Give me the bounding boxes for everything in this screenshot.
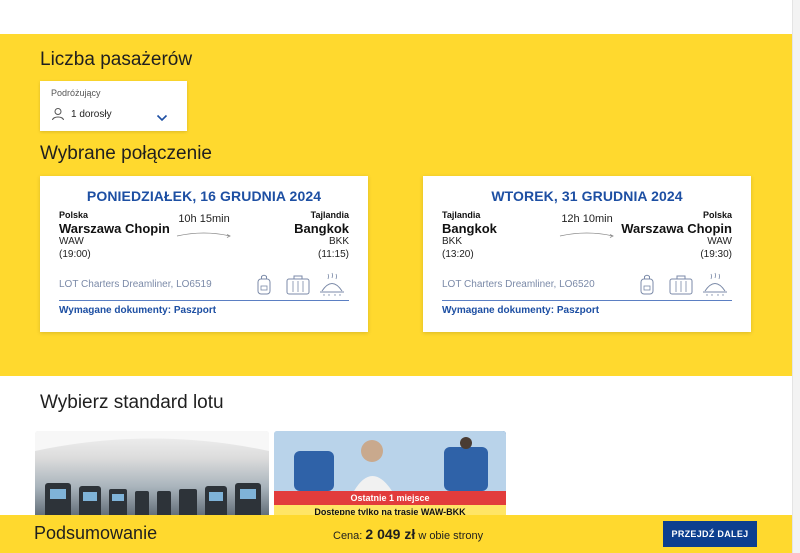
aircraft-info: LOT Charters Dreamliner, LO6519 bbox=[59, 279, 212, 290]
required-documents: Wymagane dokumenty: Paszport bbox=[442, 305, 599, 316]
return-flight-card: WTOREK, 31 GRUDNIA 2024 Tajlandia Bangko… bbox=[423, 176, 751, 332]
passengers-value: 1 dorosły bbox=[71, 109, 112, 120]
flight-date: WTOREK, 31 GRUDNIA 2024 bbox=[491, 188, 683, 204]
required-documents-value: Paszport bbox=[173, 305, 217, 316]
arrival-country: Polska bbox=[702, 210, 732, 220]
required-documents-value: Paszport bbox=[556, 305, 600, 316]
required-documents-label: Wymagane dokumenty: bbox=[442, 305, 555, 316]
chevron-down-icon[interactable] bbox=[156, 114, 168, 122]
fare-card-premium[interactable]: Ostatnie 1 miejsce Dostępne tylko na tra… bbox=[274, 431, 506, 521]
suitcase-icon bbox=[669, 275, 693, 295]
passengers-field-label: Podróżujący bbox=[51, 88, 101, 98]
meal-icon bbox=[703, 272, 727, 296]
top-bar bbox=[0, 0, 792, 34]
cabin-photo bbox=[274, 431, 506, 491]
outbound-flight-card: PONIEDZIAŁEK, 16 GRUDNIA 2024 Polska War… bbox=[40, 176, 368, 332]
arrival-info: Tajlandia Bangkok BKK (11:15) bbox=[294, 210, 349, 261]
flight-path-arc bbox=[559, 232, 614, 238]
arrival-time: (19:30) bbox=[700, 249, 732, 260]
meal-icon bbox=[320, 272, 344, 296]
departure-time: (19:00) bbox=[59, 249, 91, 260]
price-amount: 2 049 zł bbox=[365, 526, 416, 542]
arrival-code: WAW bbox=[707, 236, 732, 247]
price-label: Cena: bbox=[333, 530, 363, 542]
cabin-photo bbox=[35, 431, 269, 521]
last-seats-badge: Ostatnie 1 miejsce bbox=[274, 491, 506, 505]
flight-date: PONIEDZIAŁEK, 16 GRUDNIA 2024 bbox=[86, 188, 322, 204]
card-divider bbox=[59, 300, 349, 301]
backpack-icon bbox=[257, 274, 271, 295]
connection-section-title: Wybrane połączenie bbox=[40, 143, 212, 164]
departure-time: (13:20) bbox=[442, 249, 474, 260]
passengers-section-title: Liczba pasażerów bbox=[40, 49, 193, 70]
arrival-info: Polska Warszawa Chopin WAW (19:30) bbox=[621, 210, 732, 261]
departure-code: BKK bbox=[442, 236, 463, 247]
user-icon bbox=[52, 108, 64, 121]
card-divider bbox=[442, 300, 732, 301]
arrival-city: Warszawa Chopin bbox=[621, 221, 732, 236]
page-scrollbar[interactable] bbox=[792, 0, 800, 553]
required-documents-label: Wymagane dokumenty: bbox=[59, 305, 172, 316]
summary-title: Podsumowanie bbox=[34, 523, 158, 543]
price-suffix: w obie strony bbox=[418, 530, 484, 542]
passengers-select[interactable]: Podróżujący 1 dorosły bbox=[40, 81, 187, 131]
backpack-icon bbox=[640, 274, 654, 295]
total-price: Cena: 2 049 zł w obie strony bbox=[333, 526, 483, 542]
aircraft-info: LOT Charters Dreamliner, LO6520 bbox=[442, 279, 595, 290]
arrival-country: Tajlandia bbox=[310, 210, 349, 220]
suitcase-icon bbox=[286, 275, 310, 295]
fares-section-title: Wybierz standard lotu bbox=[40, 392, 224, 413]
summary-footer: Podsumowanie Cena: 2 049 zł w obie stron… bbox=[0, 515, 792, 553]
next-step-button[interactable]: PRZEJDŹ DALEJ bbox=[663, 521, 757, 547]
departure-code: WAW bbox=[59, 236, 84, 247]
required-documents: Wymagane dokumenty: Paszport bbox=[59, 305, 216, 316]
fare-card-economy[interactable] bbox=[35, 431, 269, 521]
arrival-code: BKK bbox=[328, 236, 349, 247]
arrival-time: (11:15) bbox=[318, 249, 349, 260]
arrival-city: Bangkok bbox=[294, 221, 349, 236]
flight-path-arc bbox=[176, 232, 231, 238]
